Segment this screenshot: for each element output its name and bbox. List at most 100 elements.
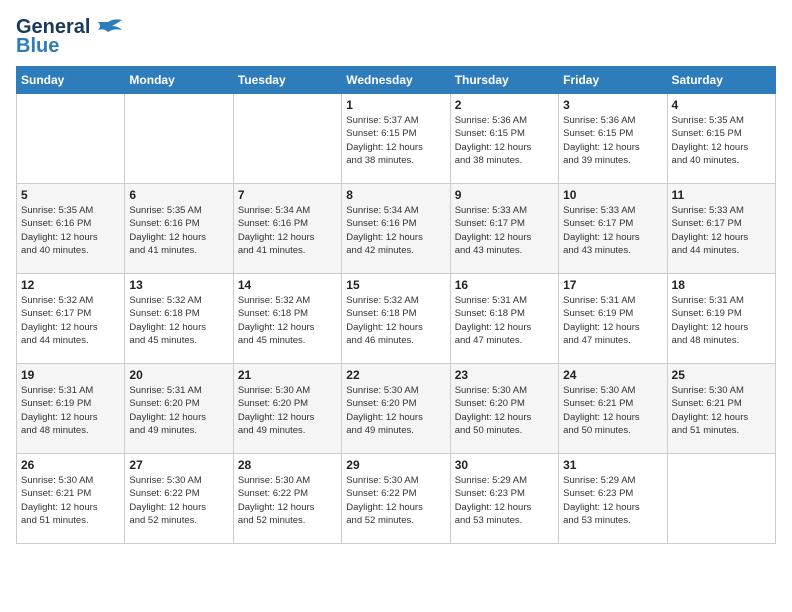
week-row-3: 12 Sunrise: 5:32 AM Sunset: 6:17 PM Dayli… (17, 274, 776, 364)
calendar-header-row: SundayMondayTuesdayWednesdayThursdayFrid… (17, 67, 776, 94)
day-number: 30 (455, 458, 554, 472)
col-header-wednesday: Wednesday (342, 67, 450, 94)
day-info: Sunrise: 5:34 AM Sunset: 6:16 PM Dayligh… (346, 204, 445, 257)
day-cell: 10 Sunrise: 5:33 AM Sunset: 6:17 PM Dayli… (559, 184, 667, 274)
day-info: Sunrise: 5:31 AM Sunset: 6:19 PM Dayligh… (672, 294, 771, 347)
day-cell: 21Sunrise: 5:30 AM Sunset: 6:20 PM Dayli… (233, 364, 341, 454)
day-cell: 24 Sunrise: 5:30 AM Sunset: 6:21 PM Dayli… (559, 364, 667, 454)
day-info: Sunrise: 5:35 AM Sunset: 6:15 PM Dayligh… (672, 114, 771, 167)
day-info: Sunrise: 5:32 AM Sunset: 6:18 PM Dayligh… (238, 294, 337, 347)
day-number: 8 (346, 188, 445, 202)
week-row-5: 26 Sunrise: 5:30 AM Sunset: 6:21 PM Dayli… (17, 454, 776, 544)
day-cell: 9 Sunrise: 5:33 AM Sunset: 6:17 PM Daylig… (450, 184, 558, 274)
day-cell: 11 Sunrise: 5:33 AM Sunset: 6:17 PM Dayli… (667, 184, 775, 274)
col-header-friday: Friday (559, 67, 667, 94)
day-cell (17, 94, 125, 184)
day-number: 29 (346, 458, 445, 472)
day-cell: 26 Sunrise: 5:30 AM Sunset: 6:21 PM Dayli… (17, 454, 125, 544)
week-row-1: 1 Sunrise: 5:37 AM Sunset: 6:15 PM Daylig… (17, 94, 776, 184)
calendar-table: SundayMondayTuesdayWednesdayThursdayFrid… (16, 66, 776, 544)
day-number: 25 (672, 368, 771, 382)
day-number: 23 (455, 368, 554, 382)
day-number: 26 (21, 458, 120, 472)
day-number: 4 (672, 98, 771, 112)
day-cell: 4 Sunrise: 5:35 AM Sunset: 6:15 PM Daylig… (667, 94, 775, 184)
day-cell: 27Sunrise: 5:30 AM Sunset: 6:22 PM Dayli… (125, 454, 233, 544)
page-header: General Blue (16, 16, 776, 58)
day-number: 24 (563, 368, 662, 382)
day-info: Sunrise: 5:31 AM Sunset: 6:18 PM Dayligh… (455, 294, 554, 347)
col-header-saturday: Saturday (667, 67, 775, 94)
day-number: 10 (563, 188, 662, 202)
day-number: 14 (238, 278, 337, 292)
day-number: 9 (455, 188, 554, 202)
col-header-thursday: Thursday (450, 67, 558, 94)
day-number: 19 (21, 368, 120, 382)
day-info: Sunrise: 5:29 AM Sunset: 6:23 PM Dayligh… (563, 474, 662, 527)
day-info: Sunrise: 5:32 AM Sunset: 6:18 PM Dayligh… (346, 294, 445, 347)
day-cell: 13 Sunrise: 5:32 AM Sunset: 6:18 PM Dayli… (125, 274, 233, 364)
day-number: 31 (563, 458, 662, 472)
day-cell: 2 Sunrise: 5:36 AM Sunset: 6:15 PM Daylig… (450, 94, 558, 184)
day-number: 12 (21, 278, 120, 292)
day-info: Sunrise: 5:37 AM Sunset: 6:15 PM Dayligh… (346, 114, 445, 167)
day-info: Sunrise: 5:30 AM Sunset: 6:22 PM Dayligh… (129, 474, 228, 527)
day-cell: 25 Sunrise: 5:30 AM Sunset: 6:21 PM Dayli… (667, 364, 775, 454)
day-cell: 5 Sunrise: 5:35 AM Sunset: 6:16 PM Daylig… (17, 184, 125, 274)
day-number: 6 (129, 188, 228, 202)
day-cell: 19Sunrise: 5:31 AM Sunset: 6:19 PM Dayli… (17, 364, 125, 454)
day-number: 1 (346, 98, 445, 112)
day-cell: 6 Sunrise: 5:35 AM Sunset: 6:16 PM Daylig… (125, 184, 233, 274)
col-header-tuesday: Tuesday (233, 67, 341, 94)
logo: General Blue (16, 16, 122, 58)
day-info: Sunrise: 5:36 AM Sunset: 6:15 PM Dayligh… (563, 114, 662, 167)
day-info: Sunrise: 5:30 AM Sunset: 6:20 PM Dayligh… (455, 384, 554, 437)
col-header-monday: Monday (125, 67, 233, 94)
day-cell (125, 94, 233, 184)
logo-blue-text: Blue (16, 35, 59, 58)
day-number: 7 (238, 188, 337, 202)
day-number: 16 (455, 278, 554, 292)
day-number: 3 (563, 98, 662, 112)
day-cell: 3 Sunrise: 5:36 AM Sunset: 6:15 PM Daylig… (559, 94, 667, 184)
day-cell: 16 Sunrise: 5:31 AM Sunset: 6:18 PM Dayli… (450, 274, 558, 364)
day-info: Sunrise: 5:35 AM Sunset: 6:16 PM Dayligh… (129, 204, 228, 257)
day-info: Sunrise: 5:35 AM Sunset: 6:16 PM Dayligh… (21, 204, 120, 257)
day-info: Sunrise: 5:32 AM Sunset: 6:17 PM Dayligh… (21, 294, 120, 347)
day-info: Sunrise: 5:32 AM Sunset: 6:18 PM Dayligh… (129, 294, 228, 347)
day-number: 5 (21, 188, 120, 202)
day-info: Sunrise: 5:30 AM Sunset: 6:22 PM Dayligh… (346, 474, 445, 527)
day-number: 13 (129, 278, 228, 292)
day-info: Sunrise: 5:30 AM Sunset: 6:22 PM Dayligh… (238, 474, 337, 527)
day-info: Sunrise: 5:33 AM Sunset: 6:17 PM Dayligh… (563, 204, 662, 257)
day-number: 22 (346, 368, 445, 382)
day-cell: 1 Sunrise: 5:37 AM Sunset: 6:15 PM Daylig… (342, 94, 450, 184)
day-info: Sunrise: 5:30 AM Sunset: 6:20 PM Dayligh… (346, 384, 445, 437)
day-info: Sunrise: 5:30 AM Sunset: 6:21 PM Dayligh… (672, 384, 771, 437)
day-number: 28 (238, 458, 337, 472)
day-cell: 31 Sunrise: 5:29 AM Sunset: 6:23 PM Dayli… (559, 454, 667, 544)
day-cell: 29 Sunrise: 5:30 AM Sunset: 6:22 PM Dayli… (342, 454, 450, 544)
day-cell: 28 Sunrise: 5:30 AM Sunset: 6:22 PM Dayli… (233, 454, 341, 544)
day-number: 21 (238, 368, 337, 382)
day-info: Sunrise: 5:30 AM Sunset: 6:21 PM Dayligh… (21, 474, 120, 527)
day-cell: 17Sunrise: 5:31 AM Sunset: 6:19 PM Dayli… (559, 274, 667, 364)
day-cell: 22 Sunrise: 5:30 AM Sunset: 6:20 PM Dayli… (342, 364, 450, 454)
day-info: Sunrise: 5:31 AM Sunset: 6:19 PM Dayligh… (563, 294, 662, 347)
logo-bird-icon (94, 18, 122, 38)
day-number: 2 (455, 98, 554, 112)
week-row-2: 5 Sunrise: 5:35 AM Sunset: 6:16 PM Daylig… (17, 184, 776, 274)
day-cell: 14 Sunrise: 5:32 AM Sunset: 6:18 PM Dayli… (233, 274, 341, 364)
day-info: Sunrise: 5:36 AM Sunset: 6:15 PM Dayligh… (455, 114, 554, 167)
day-number: 11 (672, 188, 771, 202)
day-number: 20 (129, 368, 228, 382)
day-info: Sunrise: 5:31 AM Sunset: 6:20 PM Dayligh… (129, 384, 228, 437)
day-cell: 18Sunrise: 5:31 AM Sunset: 6:19 PM Dayli… (667, 274, 775, 364)
day-cell: 23 Sunrise: 5:30 AM Sunset: 6:20 PM Dayli… (450, 364, 558, 454)
week-row-4: 19Sunrise: 5:31 AM Sunset: 6:19 PM Dayli… (17, 364, 776, 454)
day-info: Sunrise: 5:33 AM Sunset: 6:17 PM Dayligh… (455, 204, 554, 257)
col-header-sunday: Sunday (17, 67, 125, 94)
day-cell: 20 Sunrise: 5:31 AM Sunset: 6:20 PM Dayli… (125, 364, 233, 454)
day-info: Sunrise: 5:33 AM Sunset: 6:17 PM Dayligh… (672, 204, 771, 257)
day-info: Sunrise: 5:30 AM Sunset: 6:21 PM Dayligh… (563, 384, 662, 437)
